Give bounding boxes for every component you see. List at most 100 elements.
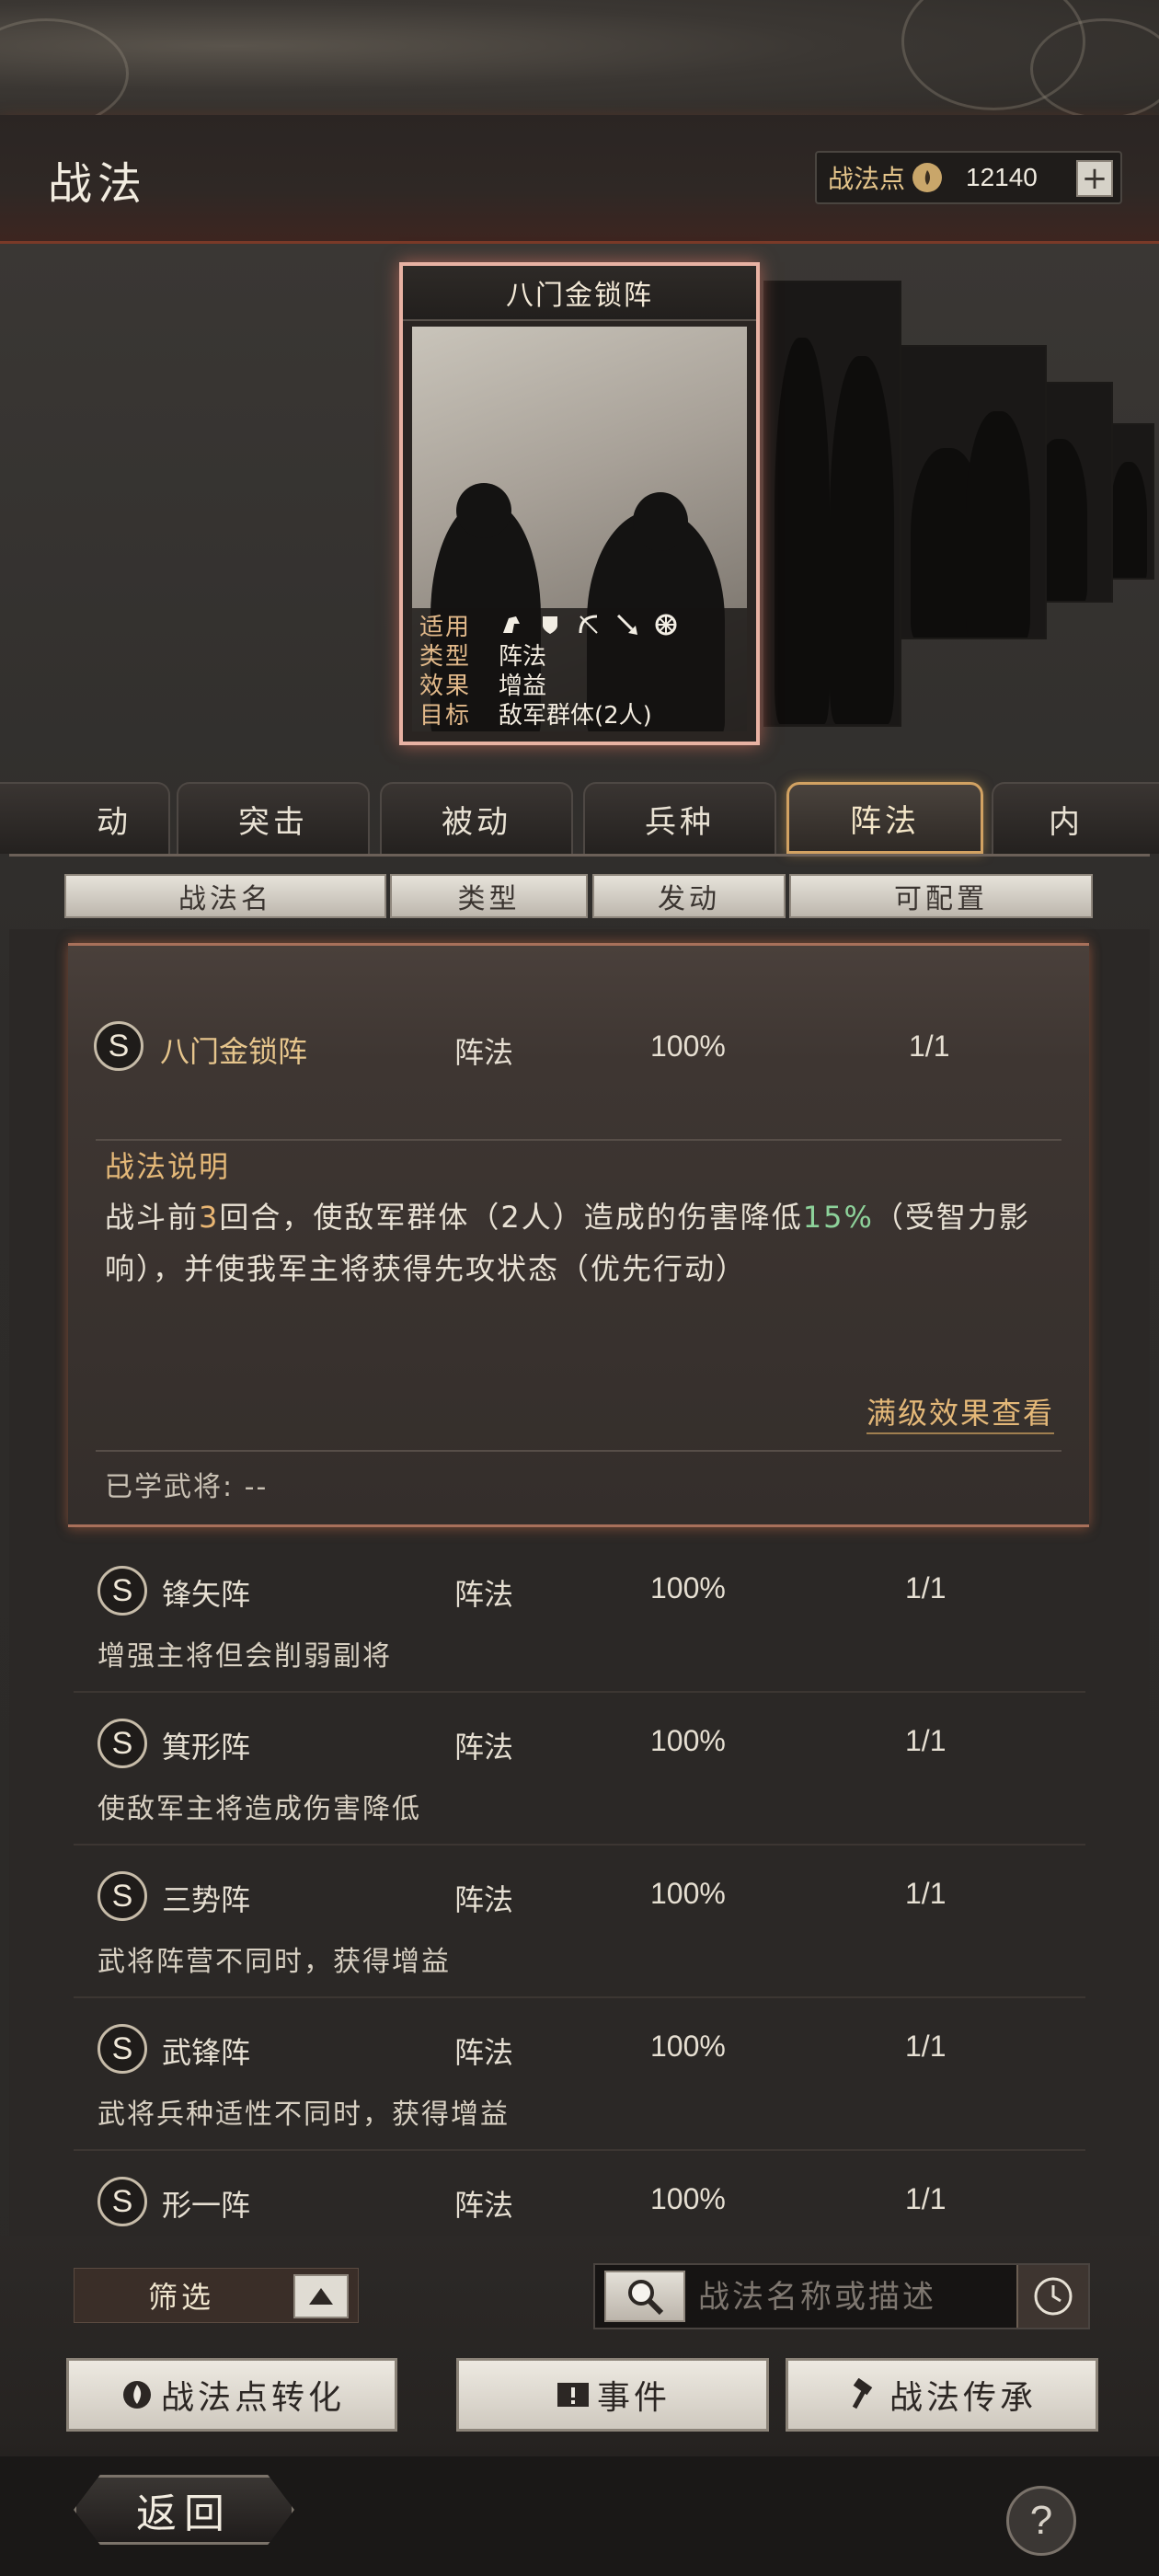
tab-internal-partial[interactable]: 内 bbox=[992, 782, 1159, 854]
tab-label: 动 bbox=[97, 803, 132, 841]
desc-highlight-percent: 15% bbox=[802, 1200, 874, 1235]
tactic-rate: 100% bbox=[650, 1571, 726, 1604]
tactic-name: 形一阵 bbox=[162, 2188, 251, 2223]
tab-passive[interactable]: 被动 bbox=[380, 782, 573, 854]
column-header-rate[interactable]: 发动 bbox=[592, 874, 786, 918]
tab-label: 兵种 bbox=[645, 803, 715, 841]
card-preview[interactable] bbox=[763, 281, 901, 727]
column-header-name[interactable]: 战法名 bbox=[64, 874, 386, 918]
tactic-type: 阵法 bbox=[454, 2188, 514, 2223]
column-header-config[interactable]: 可配置 bbox=[789, 874, 1093, 918]
filter-control[interactable]: 筛选 bbox=[74, 2268, 359, 2323]
desc-highlight-number: 3 bbox=[199, 1200, 220, 1235]
row-divider bbox=[96, 1139, 1061, 1141]
tactic-points-value: 12140 bbox=[966, 163, 1038, 191]
tactic-config: 1/1 bbox=[905, 1724, 947, 1757]
tactic-row[interactable]: S 三势阵 阵法 100% 1/1 武将阵营不同时，获得增益 bbox=[74, 1851, 1085, 1998]
tactic-name: 锋矢阵 bbox=[162, 1577, 251, 1612]
tactic-name: 八门金锁阵 bbox=[160, 1034, 308, 1069]
tactic-rate: 100% bbox=[650, 2182, 726, 2215]
clock-icon bbox=[1034, 2277, 1073, 2316]
spear-icon bbox=[614, 612, 640, 638]
tactic-rate: 100% bbox=[650, 1724, 726, 1757]
inherit-tactic-button[interactable]: 战法传承 bbox=[786, 2358, 1098, 2432]
tab-assault[interactable]: 突击 bbox=[177, 782, 370, 854]
tab-label: 突击 bbox=[238, 803, 308, 841]
cavalry-icon bbox=[499, 612, 524, 638]
tab-formation[interactable]: 阵法 bbox=[786, 782, 983, 854]
tactic-row[interactable]: S 锋矢阵 阵法 100% 1/1 增强主将但会削弱副将 bbox=[74, 1546, 1085, 1693]
tactic-config: 1/1 bbox=[905, 2030, 947, 2063]
inherit-tactic-label: 战法传承 bbox=[889, 2379, 1037, 2417]
tactic-config: 1/1 bbox=[905, 1877, 947, 1910]
tactic-summary: 武将兵种适性不同时，获得增益 bbox=[98, 2099, 510, 2131]
learned-generals: 已学武将: -- bbox=[105, 1471, 269, 1503]
card-field-key: 目标 bbox=[419, 701, 472, 730]
search-box bbox=[593, 2263, 1090, 2329]
tactic-rate: 100% bbox=[650, 2030, 726, 2063]
row-divider bbox=[96, 1450, 1061, 1452]
card-preview[interactable] bbox=[890, 345, 1047, 639]
card-info-panel: 适用 类型 阵法 效果 增益 目标 敌军群体(2人) bbox=[412, 608, 747, 731]
convert-points-button[interactable]: 战法点转化 bbox=[66, 2358, 397, 2432]
tab-label: 内 bbox=[1049, 803, 1084, 841]
chariot-wheel-icon bbox=[653, 612, 679, 638]
tab-label: 被动 bbox=[442, 803, 511, 841]
back-button[interactable]: 返回 bbox=[74, 2475, 294, 2545]
category-tabs: 动 突击 被动 兵种 阵法 内 bbox=[0, 782, 1159, 856]
expanded-tactic-row[interactable]: S 八门金锁阵 阵法 100% 1/1 战法说明 战斗前3回合，使敌军群体（2人… bbox=[68, 943, 1089, 1527]
tab-label: 阵法 bbox=[850, 802, 920, 840]
tactic-row[interactable]: S 箕形阵 阵法 100% 1/1 使敌军主将造成伤害降低 bbox=[74, 1698, 1085, 1846]
alert-scroll-icon bbox=[555, 2376, 591, 2413]
grade-badge: S bbox=[94, 1021, 143, 1071]
filter-label: 筛选 bbox=[148, 2280, 215, 2315]
tactic-summary: 增强主将但会削弱副将 bbox=[98, 1640, 392, 1673]
flame-icon bbox=[119, 2376, 155, 2413]
tactic-type: 阵法 bbox=[454, 1577, 514, 1612]
tactic-type: 阵法 bbox=[454, 1730, 514, 1765]
grade-badge: S bbox=[98, 2024, 147, 2074]
search-button[interactable] bbox=[604, 2271, 685, 2322]
description-title: 战法说明 bbox=[105, 1149, 231, 1184]
tactic-rate: 100% bbox=[650, 1029, 726, 1063]
filter-toggle-button[interactable] bbox=[293, 2274, 349, 2318]
add-points-button[interactable]: + bbox=[1076, 160, 1113, 197]
search-history-button[interactable] bbox=[1016, 2265, 1088, 2328]
convert-points-label: 战法点转化 bbox=[160, 2379, 345, 2417]
grade-badge: S bbox=[98, 1566, 147, 1616]
shield-icon bbox=[537, 612, 563, 638]
card-target-value: 敌军群体(2人) bbox=[499, 701, 652, 730]
search-input[interactable] bbox=[698, 2272, 1002, 2322]
grade-badge: S bbox=[98, 1719, 147, 1768]
help-button[interactable]: ? bbox=[1006, 2486, 1076, 2556]
page-title: 战法 bbox=[48, 158, 148, 210]
card-title: 八门金锁阵 bbox=[403, 266, 756, 321]
column-header-type[interactable]: 类型 bbox=[390, 874, 588, 918]
event-button[interactable]: 事件 bbox=[456, 2358, 769, 2432]
tactic-row[interactable]: S 形一阵 阵法 100% 1/1 bbox=[74, 2156, 1085, 2236]
tab-active-partial[interactable]: 动 bbox=[0, 782, 170, 854]
tactic-config: 1/1 bbox=[905, 1571, 947, 1604]
tactic-config: 1/1 bbox=[905, 2182, 947, 2215]
desc-text: 回合，使敌军群体（2人）造成的伤害降低 bbox=[219, 1200, 803, 1235]
desc-text: 战斗前 bbox=[105, 1200, 200, 1235]
event-label: 事件 bbox=[596, 2379, 671, 2417]
tactic-name: 武锋阵 bbox=[162, 2035, 251, 2070]
tactic-rate: 100% bbox=[650, 1877, 726, 1910]
tactic-row[interactable]: S 武锋阵 阵法 100% 1/1 武将兵种适性不同时，获得增益 bbox=[74, 2004, 1085, 2151]
tab-divider bbox=[9, 854, 1150, 857]
tactic-type: 阵法 bbox=[454, 2035, 514, 2070]
bow-icon bbox=[576, 612, 602, 638]
tactic-summary: 武将阵营不同时，获得增益 bbox=[98, 1946, 451, 1978]
grade-badge: S bbox=[98, 1871, 147, 1921]
tactic-points-box: 战法点 12140 + bbox=[815, 151, 1122, 204]
triangle-up-icon bbox=[309, 2288, 333, 2305]
selected-tactic-card[interactable]: 八门金锁阵 适用 类型 阵法 效果 增益 目标 敌军群体(2人) bbox=[399, 262, 760, 745]
full-effect-link[interactable]: 满级效果查看 bbox=[866, 1390, 1054, 1434]
tactic-name: 箕形阵 bbox=[162, 1730, 251, 1765]
tactic-type: 阵法 bbox=[454, 1882, 514, 1917]
tactic-summary: 使敌军主将造成伤害降低 bbox=[98, 1793, 421, 1825]
tactic-name: 三势阵 bbox=[162, 1882, 251, 1917]
tab-troop-type[interactable]: 兵种 bbox=[583, 782, 776, 854]
tactic-points-icon bbox=[912, 163, 943, 192]
